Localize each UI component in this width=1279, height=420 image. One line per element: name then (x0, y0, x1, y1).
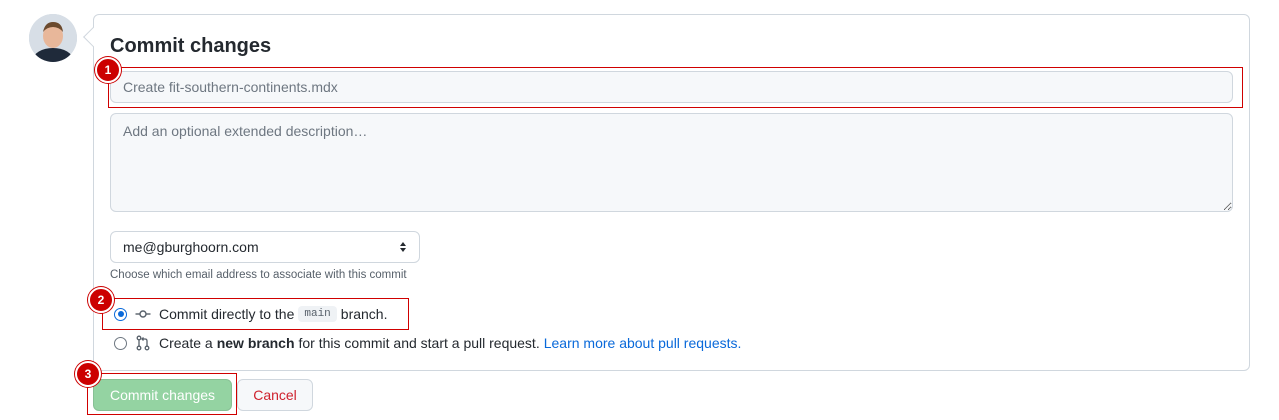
commit-summary-input[interactable] (110, 71, 1233, 103)
new-branch-suffix: for this commit and start a pull request… (298, 335, 540, 351)
commit-direct-prefix: Commit directly to the (159, 306, 295, 322)
learn-more-link[interactable]: Learn more about pull requests. (544, 335, 742, 351)
commit-changes-button[interactable]: Commit changes (93, 379, 232, 411)
annotation-badge-3: 3 (75, 361, 101, 387)
cancel-button[interactable]: Cancel (237, 379, 313, 411)
annotation-badge-1: 1 (95, 57, 121, 83)
git-pull-request-icon (135, 335, 151, 351)
commit-title: Commit changes (110, 35, 272, 57)
commit-direct-option[interactable]: Commit directly to the main branch. (114, 304, 387, 324)
new-branch-radio[interactable] (114, 336, 127, 350)
email-select-value: me@gburghoorn.com (123, 239, 259, 255)
email-select[interactable]: me@gburghoorn.com (110, 231, 420, 263)
annotation-badge-2: 2 (88, 287, 114, 313)
commit-description-input[interactable] (110, 113, 1233, 212)
select-caret-icon (399, 241, 407, 253)
avatar (29, 14, 77, 62)
commit-direct-radio[interactable] (114, 307, 127, 321)
new-branch-prefix: Create a (159, 335, 213, 351)
branch-name: main (298, 306, 337, 322)
new-branch-bold: new branch (216, 335, 295, 351)
commit-direct-suffix: branch. (340, 306, 388, 322)
email-hint: Choose which email address to associate … (110, 269, 407, 281)
git-commit-icon (135, 306, 151, 322)
new-branch-option[interactable]: Create a new branch for this commit and … (114, 333, 741, 353)
